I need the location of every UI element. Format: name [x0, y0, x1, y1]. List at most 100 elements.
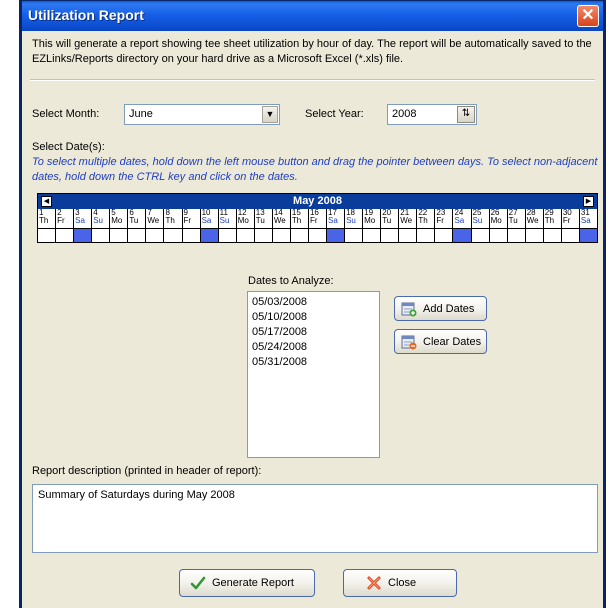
right-arrow-icon[interactable]: ▶: [583, 196, 594, 207]
select-dates-hint: To select multiple dates, hold down the …: [32, 156, 598, 183]
calendar-day-weekday: We: [400, 216, 413, 225]
chevron-down-icon[interactable]: ▼: [262, 106, 278, 123]
calendar-day[interactable]: 19 Mo: [363, 209, 382, 229]
calendar-day[interactable]: 18 Su: [345, 209, 364, 229]
calendar-day-slot[interactable]: [399, 229, 418, 242]
calendar-day[interactable]: 13 Tu: [255, 209, 273, 229]
calendar-day-selected[interactable]: [74, 229, 93, 242]
month-calendar[interactable]: May 2008 ◀ ▶ 1 Th 2 Fr 3 Sa 4 Su 5 Mo 6 Tu 7 We 8 Th 9 Fr…: [37, 193, 598, 229]
calendar-day[interactable]: 5 Mo: [110, 209, 129, 229]
calendar-day-weekday: Mo: [237, 216, 249, 225]
calendar-selection-row[interactable]: [37, 229, 598, 243]
calendar-day-weekday: We: [526, 216, 539, 225]
calendar-day-weekday: Fr: [562, 216, 571, 225]
calendar-day[interactable]: 20 Tu: [381, 209, 400, 229]
list-item[interactable]: 05/03/2008: [252, 295, 375, 310]
generate-report-button[interactable]: Generate Report: [179, 569, 315, 597]
month-dropdown[interactable]: June ▼: [124, 104, 280, 125]
calendar-day[interactable]: 4 Su: [92, 209, 111, 229]
calendar-day-slot[interactable]: [219, 229, 237, 242]
list-item[interactable]: 05/17/2008: [252, 325, 375, 340]
list-item[interactable]: 05/24/2008: [252, 340, 375, 355]
calendar-day-slot[interactable]: [562, 229, 580, 242]
calendar-day-slot[interactable]: [56, 229, 75, 242]
calendar-day[interactable]: 16 Fr: [309, 209, 327, 229]
calendar-day-selected[interactable]: [453, 229, 472, 242]
clear-dates-button[interactable]: Clear Dates: [394, 329, 487, 354]
calendar-day-slot[interactable]: [183, 229, 201, 242]
calendar-day-slot[interactable]: [490, 229, 508, 242]
calendar-day-slot[interactable]: [38, 229, 57, 242]
calendar-day[interactable]: 22 Th: [417, 209, 436, 229]
calendar-day-slot[interactable]: [110, 229, 129, 242]
calendar-day[interactable]: 24 Sa: [453, 209, 472, 229]
calendar-day-slot[interactable]: [544, 229, 562, 242]
calendar-day[interactable]: 6 Tu: [128, 209, 147, 229]
calendar-day-weekday: Fr: [183, 216, 192, 225]
calendar-day[interactable]: 10 Sa: [201, 209, 219, 229]
calendar-day-selected[interactable]: [579, 229, 597, 242]
calendar-day-slot[interactable]: [508, 229, 526, 242]
calendar-day-slot[interactable]: [526, 229, 544, 242]
calendar-day-slot[interactable]: [472, 229, 490, 242]
calendar-day[interactable]: 2 Fr: [56, 209, 75, 229]
calendar-day-slot[interactable]: [164, 229, 183, 242]
calendar-day-weekday: Su: [219, 216, 230, 225]
calendar-day[interactable]: 31 Sa: [580, 209, 597, 229]
calendar-header: May 2008: [38, 194, 597, 209]
calendar-day-selected[interactable]: [200, 229, 219, 242]
calendar-day-slot[interactable]: [92, 229, 111, 242]
select-dates-label: Select Date(s):: [32, 141, 105, 153]
calendar-day-weekday: Th: [544, 216, 555, 225]
calendar-day[interactable]: 27 Tu: [508, 209, 526, 229]
generate-report-label: Generate Report: [212, 577, 294, 589]
list-item[interactable]: 05/10/2008: [252, 310, 375, 325]
calendar-day[interactable]: 11 Su: [219, 209, 237, 229]
utilization-report-dialog: Utilization Report ✕ This will generate …: [19, 0, 606, 608]
close-button[interactable]: Close: [343, 569, 457, 597]
calendar-day-slot[interactable]: [309, 229, 327, 242]
calendar-day[interactable]: 21 We: [399, 209, 418, 229]
calendar-day[interactable]: 3 Sa: [74, 209, 93, 229]
report-description-field[interactable]: Summary of Saturdays during May 2008: [32, 484, 598, 553]
year-spinner[interactable]: 2008 ⇅: [387, 104, 477, 125]
calendar-day-slot[interactable]: [255, 229, 273, 242]
calendar-day[interactable]: 28 We: [526, 209, 544, 229]
calendar-day-slot[interactable]: [345, 229, 364, 242]
calendar-day-slot[interactable]: [291, 229, 309, 242]
calendar-day-weekday: Sa: [201, 216, 212, 225]
calendar-day-weekday: Mo: [490, 216, 502, 225]
calendar-day[interactable]: 14 We: [273, 209, 291, 229]
calendar-day[interactable]: 30 Fr: [562, 209, 580, 229]
calendar-day[interactable]: 29 Th: [544, 209, 562, 229]
calendar-day[interactable]: 15 Th: [291, 209, 309, 229]
calendar-day[interactable]: 9 Fr: [183, 209, 201, 229]
calendar-day[interactable]: 17 Sa: [327, 209, 346, 229]
spinner-arrows-icon[interactable]: ⇅: [457, 106, 475, 123]
calendar-day[interactable]: 26 Mo: [490, 209, 508, 229]
calendar-day-weekday: Th: [291, 216, 302, 225]
dates-to-analyze-list[interactable]: 05/03/2008 05/10/2008 05/17/2008 05/24/2008…: [247, 291, 380, 458]
title-bar[interactable]: Utilization Report ✕: [22, 1, 603, 31]
calendar-day-slot[interactable]: [273, 229, 291, 242]
add-dates-button[interactable]: Add Dates: [394, 296, 487, 321]
calendar-day-slot[interactable]: [128, 229, 147, 242]
calendar-day[interactable]: 25 Su: [472, 209, 490, 229]
calendar-day-slot[interactable]: [435, 229, 454, 242]
calendar-day-slot[interactable]: [381, 229, 400, 242]
calendar-day-slot[interactable]: [363, 229, 382, 242]
calendar-day-slot[interactable]: [417, 229, 436, 242]
calendar-day[interactable]: 8 Th: [164, 209, 183, 229]
calendar-day-slot[interactable]: [146, 229, 165, 242]
calendar-day-slot[interactable]: [237, 229, 255, 242]
calendar-day[interactable]: 1 Th: [38, 209, 57, 229]
calendar-day-selected[interactable]: [327, 229, 346, 242]
calendar-day[interactable]: 7 We: [146, 209, 165, 229]
left-arrow-icon[interactable]: ◀: [41, 196, 52, 207]
calendar-day-weekday: Mo: [111, 216, 123, 225]
calendar-day[interactable]: 23 Fr: [435, 209, 454, 229]
list-item[interactable]: 05/31/2008: [252, 355, 375, 370]
calendar-day[interactable]: 12 Mo: [237, 209, 255, 229]
close-icon[interactable]: ✕: [577, 5, 599, 27]
calendar-day-weekday: Sa: [328, 216, 338, 225]
